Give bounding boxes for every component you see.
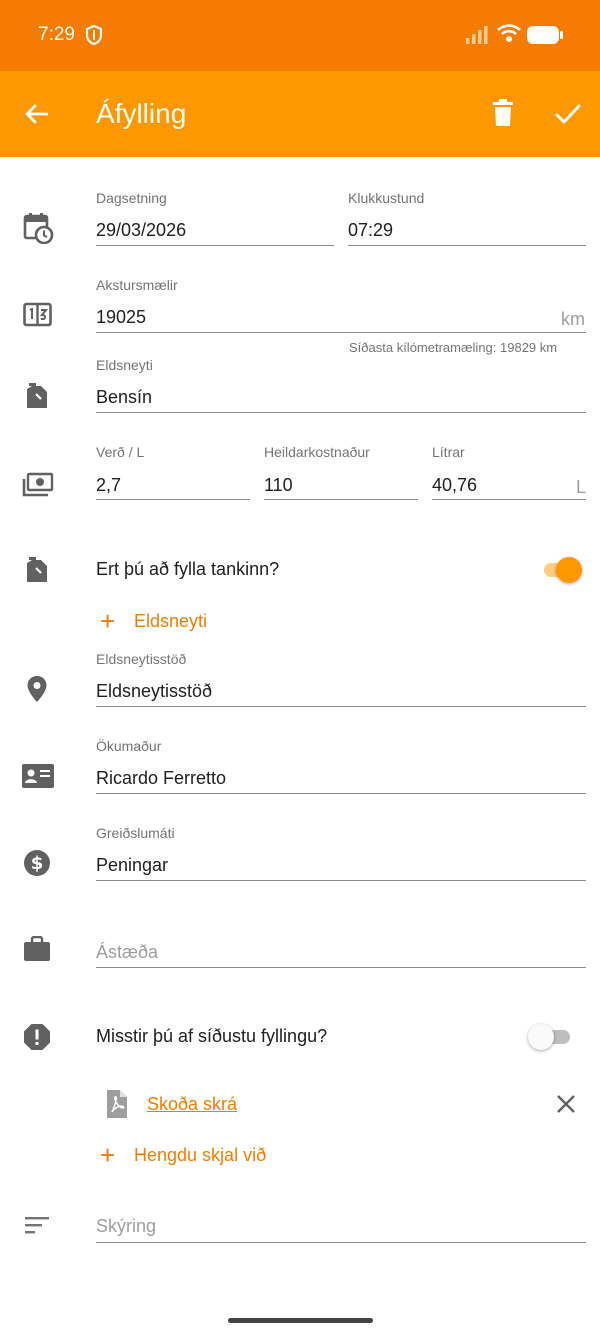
total-cost-field[interactable]: 110 — [264, 475, 293, 496]
add-fuel-label: Eldsneyti — [134, 611, 208, 631]
odometer-label: Akstursmælir — [96, 277, 178, 293]
attach-document-label: Hengdu skjal við — [134, 1145, 267, 1165]
reason-field[interactable]: Ástæða — [96, 942, 158, 963]
pdf-file-icon — [107, 1090, 127, 1118]
calendar-clock-icon — [23, 213, 54, 244]
date-underline — [96, 245, 334, 246]
missed-fill-label: Misstir þú af síðustu fyllingu? — [96, 1026, 328, 1046]
status-time: 7:29 — [38, 24, 75, 45]
odometer-underline — [96, 332, 586, 333]
attach-document-button[interactable]: + Hengdu skjal við — [100, 1140, 267, 1170]
home-indicator[interactable] — [228, 1318, 373, 1323]
fill-tank-label: Ert þú að fylla tankinn? — [96, 559, 280, 579]
location-pin-icon — [27, 676, 47, 702]
plus-icon: + — [100, 1140, 116, 1170]
station-underline — [96, 706, 586, 707]
shield-icon — [85, 24, 103, 46]
back-arrow-icon[interactable] — [24, 101, 50, 127]
money-icon — [22, 472, 54, 497]
fill-tank-toggle[interactable] — [538, 554, 582, 584]
fuel-label: Eldsneyti — [96, 357, 153, 373]
liters-label: Lítrar — [432, 444, 465, 460]
fuel-underline — [96, 412, 586, 413]
payment-label: Greiðslumáti — [96, 825, 175, 841]
wifi-icon — [497, 24, 521, 42]
payment-field[interactable]: Peningar — [96, 855, 168, 876]
add-fuel-button[interactable]: + Eldsneyti — [100, 606, 208, 636]
total-cost-label: Heildarkostnaður — [264, 444, 370, 460]
odometer-unit: km — [561, 309, 585, 329]
odometer-icon — [23, 302, 52, 327]
payment-underline — [96, 880, 586, 881]
driver-field[interactable]: Ricardo Ferretto — [96, 768, 226, 789]
fuel-can-icon — [27, 557, 47, 582]
price-label: Verð / L — [96, 444, 145, 460]
trash-icon[interactable] — [491, 99, 515, 127]
station-label: Eldsneytisstöð — [96, 651, 187, 667]
total-cost-underline — [264, 499, 418, 500]
svg-text:$: $ — [31, 853, 44, 874]
missed-fill-toggle[interactable] — [528, 1021, 572, 1051]
id-card-icon — [22, 764, 54, 788]
time-field[interactable]: 07:29 — [348, 220, 393, 241]
page-title: Áfylling — [96, 98, 187, 129]
liters-underline — [432, 499, 586, 500]
price-underline — [96, 499, 250, 500]
status-bar: 7:29 — [0, 0, 600, 71]
odometer-field[interactable]: 19025 — [96, 307, 146, 328]
check-icon[interactable] — [553, 101, 583, 127]
price-field[interactable]: 2,7 — [96, 475, 121, 496]
time-label: Klukkustund — [348, 190, 425, 206]
liters-unit: L — [576, 477, 587, 497]
briefcase-icon — [24, 936, 50, 961]
view-file-link[interactable]: Skoða skrá — [147, 1094, 237, 1115]
notes-icon — [25, 1217, 49, 1234]
close-icon[interactable] — [556, 1094, 576, 1114]
liters-field[interactable]: 40,76 — [432, 475, 477, 496]
date-label: Dagsetning — [96, 190, 167, 206]
signal-icon — [466, 26, 488, 44]
reason-underline — [96, 967, 586, 968]
time-underline — [348, 245, 586, 246]
notes-underline — [96, 1242, 586, 1243]
plus-icon: + — [100, 606, 116, 636]
alert-octagon-icon — [24, 1024, 50, 1050]
app-bar: Áfylling — [0, 71, 600, 157]
driver-underline — [96, 793, 586, 794]
fuel-field[interactable]: Bensín — [96, 387, 152, 408]
notes-field[interactable]: Skýring — [96, 1216, 156, 1237]
fuel-can-icon — [27, 383, 47, 408]
dollar-icon: $ — [24, 850, 50, 876]
driver-label: Ökumaður — [96, 738, 162, 754]
odometer-hint: Síðasta kílómetramæling: 19829 km — [349, 340, 558, 355]
date-field[interactable]: 29/03/2026 — [96, 220, 186, 241]
station-field[interactable]: Eldsneytisstöð — [96, 681, 212, 702]
battery-icon — [527, 26, 563, 44]
